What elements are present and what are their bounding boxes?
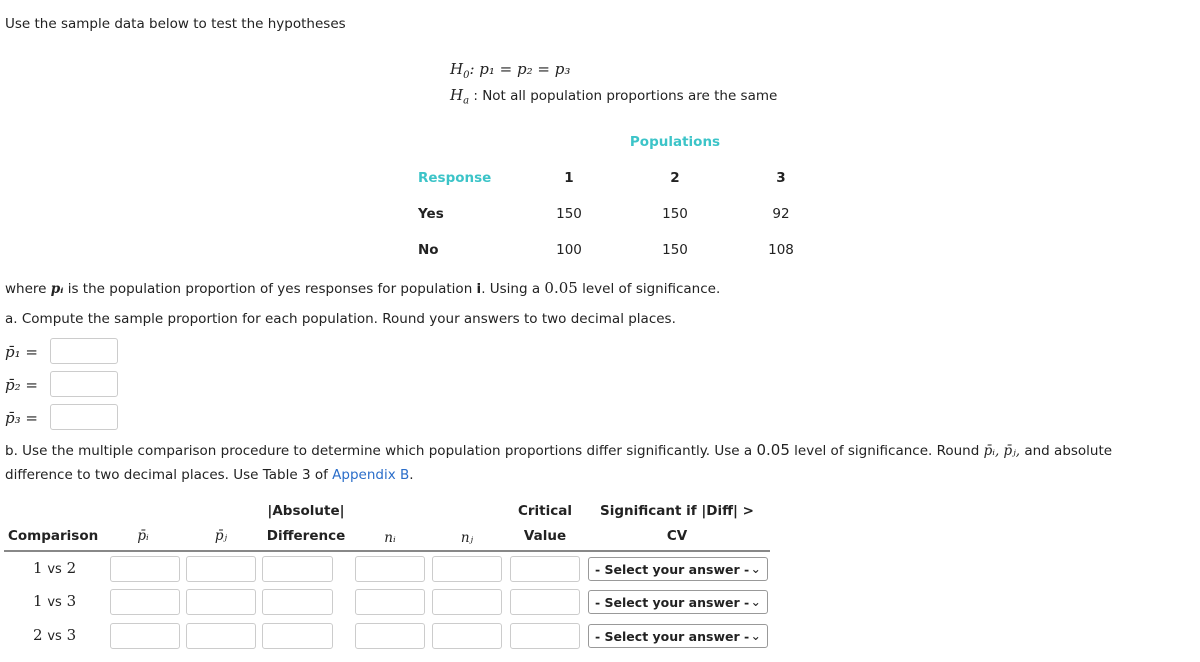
cell: 108: [768, 242, 794, 258]
absdiff-input[interactable]: [262, 623, 333, 649]
header-absdiff: |Absolute|: [267, 503, 345, 519]
p2-input[interactable]: [50, 371, 118, 397]
alt-hypothesis: Ha : Not all population proportions are …: [450, 86, 778, 107]
header-sig-2: CV: [666, 528, 688, 544]
comparison-label: 1 vs 3: [33, 592, 77, 610]
nj-input[interactable]: [432, 589, 502, 615]
header-comparison: Comparison: [8, 528, 99, 544]
pi-input[interactable]: [110, 556, 180, 582]
chevron-down-icon: ⌄: [750, 561, 761, 576]
header-cv: Critical: [517, 503, 573, 519]
chevron-down-icon: ⌄: [750, 594, 761, 609]
header-nj: nⱼ: [460, 530, 474, 546]
header-divider: [4, 550, 770, 552]
pi-input[interactable]: [110, 623, 180, 649]
row-label-no: No: [418, 242, 439, 258]
cv-input[interactable]: [510, 556, 580, 582]
cell: 150: [556, 206, 582, 222]
significance-select[interactable]: - Select your answer - ⌄: [588, 557, 768, 581]
cv-input[interactable]: [510, 589, 580, 615]
header-pj: p̄ⱼ: [214, 528, 228, 544]
p3-input[interactable]: [50, 404, 118, 430]
pj-input[interactable]: [186, 589, 256, 615]
null-hypothesis: H0: p₁ = p₂ = p₃: [450, 60, 571, 81]
pop-col-2: 2: [670, 170, 680, 186]
nj-input[interactable]: [432, 556, 502, 582]
cv-input[interactable]: [510, 623, 580, 649]
where-text: where pᵢ is the population proportion of…: [5, 279, 721, 297]
cell: 92: [772, 206, 790, 222]
chevron-down-icon: ⌄: [750, 628, 761, 643]
ni-input[interactable]: [355, 556, 425, 582]
pj-input[interactable]: [186, 623, 256, 649]
significance-select[interactable]: - Select your answer - ⌄: [588, 590, 768, 614]
absdiff-input[interactable]: [262, 589, 333, 615]
part-b-text: b. Use the multiple comparison procedure…: [5, 441, 1113, 459]
cell: 150: [662, 206, 688, 222]
p1-label: p̄₁ =: [5, 343, 38, 361]
cell: 150: [662, 242, 688, 258]
row-label-yes: Yes: [418, 206, 444, 222]
header-cv-2: Value: [523, 528, 567, 544]
pi-input[interactable]: [110, 589, 180, 615]
intro-text: Use the sample data below to test the hy…: [5, 16, 346, 32]
header-ni: nᵢ: [384, 530, 396, 546]
pop-col-1: 1: [564, 170, 574, 186]
p2-label: p̄₂ =: [5, 376, 38, 394]
header-sig: Significant if |Diff| >: [600, 503, 754, 519]
appendix-b-link[interactable]: Appendix B: [332, 467, 409, 483]
nj-input[interactable]: [432, 623, 502, 649]
comparison-label: 1 vs 2: [33, 559, 77, 577]
cell: 100: [556, 242, 582, 258]
significance-select[interactable]: - Select your answer - ⌄: [588, 624, 768, 648]
response-header: Response: [418, 170, 492, 186]
part-a-text: a. Compute the sample proportion for eac…: [5, 311, 676, 327]
part-b-text-2: difference to two decimal places. Use Ta…: [5, 467, 414, 483]
pj-input[interactable]: [186, 556, 256, 582]
ni-input[interactable]: [355, 589, 425, 615]
header-pi: p̄ᵢ: [137, 528, 149, 544]
p1-input[interactable]: [50, 338, 118, 364]
p3-label: p̄₃ =: [5, 409, 38, 427]
pop-col-3: 3: [776, 170, 786, 186]
populations-title: Populations: [629, 134, 721, 150]
ni-input[interactable]: [355, 623, 425, 649]
comparison-label: 2 vs 3: [33, 626, 77, 644]
header-absdiff-2: Difference: [266, 528, 346, 544]
absdiff-input[interactable]: [262, 556, 333, 582]
